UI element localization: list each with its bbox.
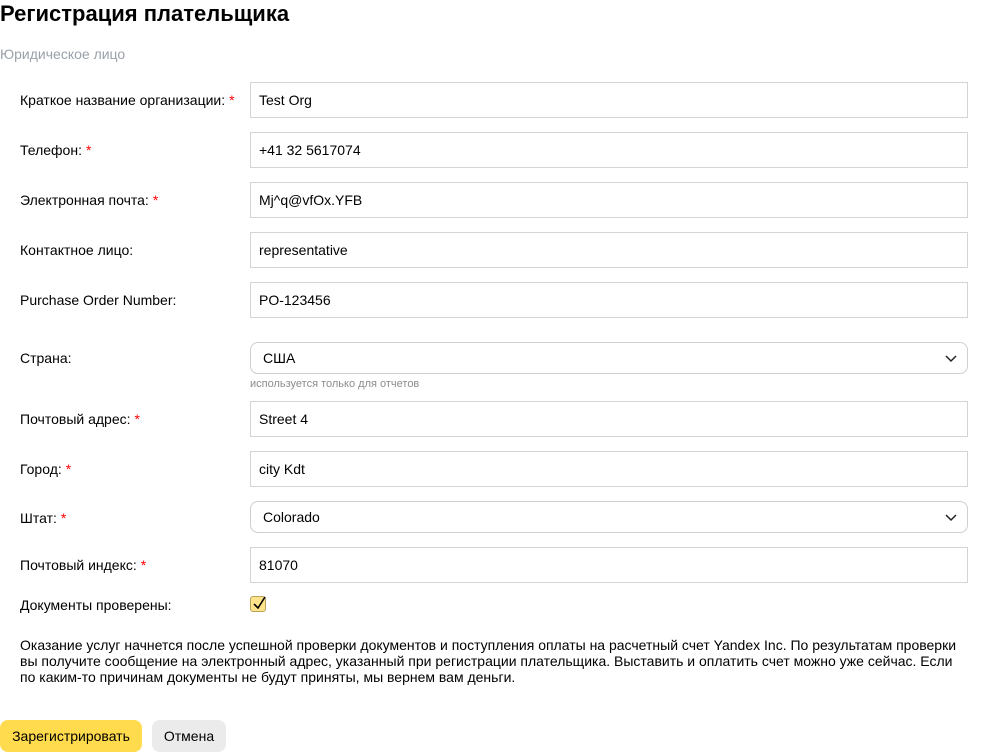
- chevron-down-icon: [945, 514, 957, 522]
- register-button[interactable]: Зарегистрировать: [0, 720, 142, 752]
- page-title: Регистрация плательщика: [0, 1, 290, 26]
- contact-label: Контактное лицо:: [20, 242, 134, 258]
- city-label: Город: *: [20, 461, 72, 477]
- notice-text: Оказание услуг начнется после успешной п…: [20, 637, 957, 685]
- city-input[interactable]: city Kdt: [250, 451, 968, 487]
- docs-checked-checkbox[interactable]: [250, 596, 266, 612]
- email-label: Электронная почта: *: [20, 192, 159, 208]
- required-mark: *: [134, 411, 140, 427]
- city-value: city Kdt: [259, 461, 305, 477]
- address-input[interactable]: Street 4: [250, 401, 968, 437]
- required-mark: *: [85, 142, 92, 158]
- org-name-value: Test Org: [259, 92, 312, 108]
- country-select[interactable]: США: [250, 342, 968, 374]
- zip-input[interactable]: 81070: [250, 547, 968, 583]
- required-mark: *: [60, 510, 67, 526]
- state-select[interactable]: Colorado: [250, 501, 968, 533]
- po-number-label: Purchase Order Number:: [20, 292, 177, 308]
- chevron-down-icon: [945, 355, 957, 363]
- required-mark: *: [229, 92, 235, 108]
- required-mark: *: [65, 461, 72, 477]
- country-label: Страна:: [20, 350, 72, 366]
- zip-label: Почтовый индекс: *: [20, 557, 147, 573]
- required-mark: *: [140, 557, 147, 573]
- org-name-input[interactable]: Test Org: [250, 82, 968, 118]
- phone-value: +41 32 5617074: [259, 142, 361, 158]
- check-icon: [253, 596, 266, 610]
- email-input[interactable]: Mj^q@vfOx.YFB: [250, 182, 968, 218]
- payer-registration-page: Регистрация плательщика Юридическое лицо…: [0, 0, 1000, 753]
- phone-input[interactable]: +41 32 5617074: [250, 132, 968, 168]
- po-number-value: PO-123456: [259, 292, 331, 308]
- org-name-label: Краткое название организации: *: [20, 92, 235, 108]
- phone-label: Телефон: *: [20, 142, 92, 158]
- contact-value: representative: [259, 242, 348, 258]
- address-value: Street 4: [259, 411, 309, 427]
- email-value: Mj^q@vfOx.YFB: [259, 192, 363, 208]
- country-hint: используется только для отчетов: [250, 378, 420, 390]
- docs-checked-label: Документы проверены:: [20, 597, 172, 613]
- address-label: Почтовый адрес: *: [20, 411, 140, 427]
- zip-value: 81070: [259, 557, 298, 573]
- required-mark: *: [152, 192, 159, 208]
- contact-input[interactable]: representative: [250, 232, 968, 268]
- po-number-input[interactable]: PO-123456: [250, 282, 968, 318]
- country-value: США: [263, 350, 296, 366]
- cancel-button[interactable]: Отмена: [152, 720, 226, 752]
- state-value: Colorado: [263, 509, 320, 525]
- page-subtitle: Юридическое лицо: [0, 46, 126, 62]
- state-label: Штат: *: [20, 510, 67, 526]
